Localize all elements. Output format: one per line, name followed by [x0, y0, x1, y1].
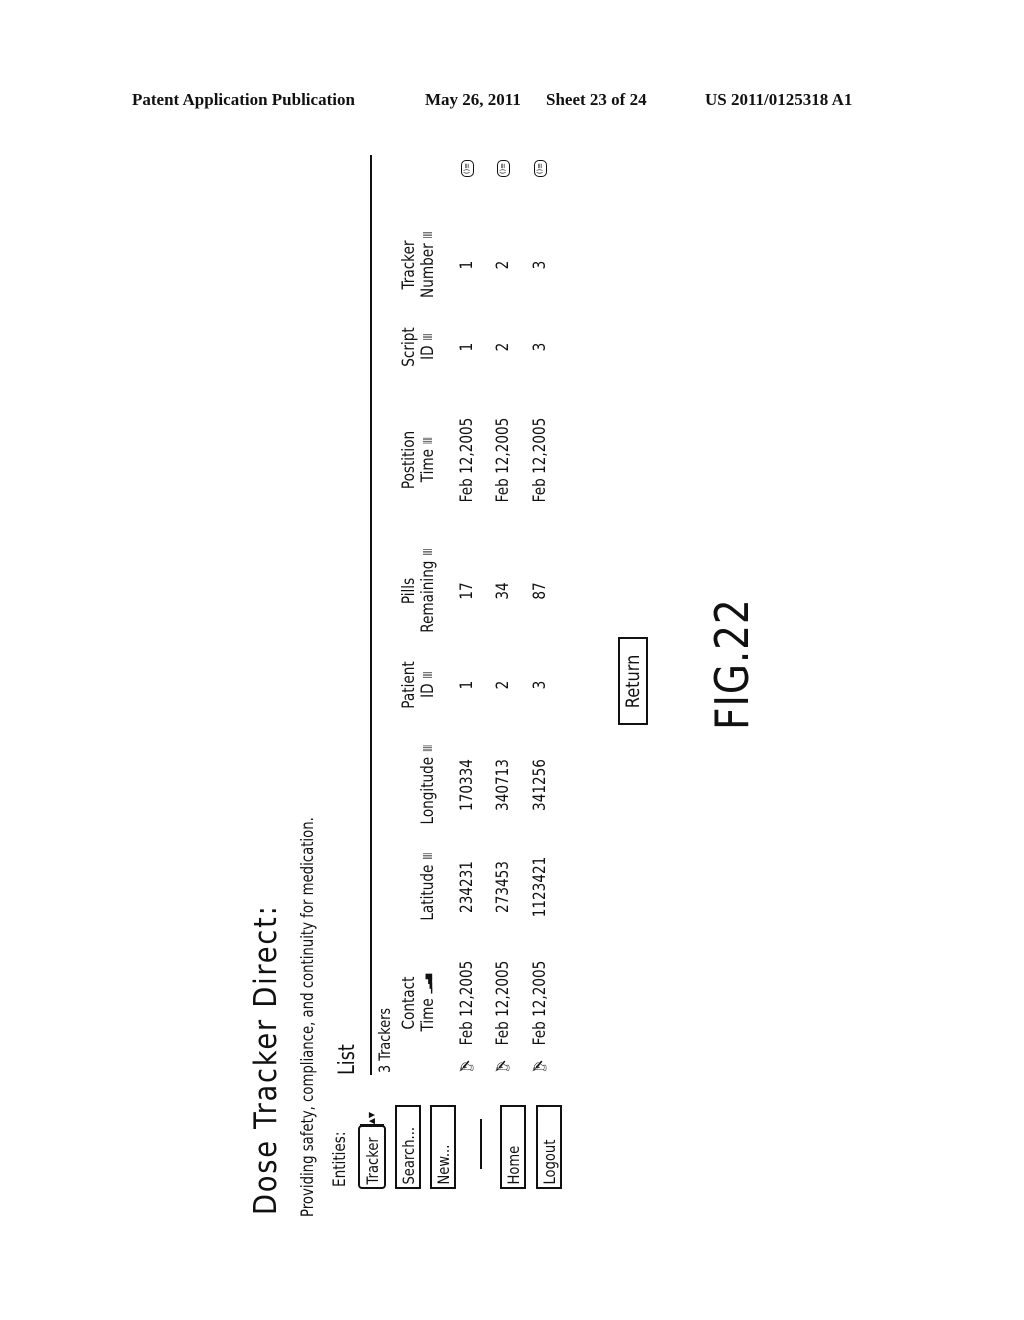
column-header-line2: Time ▁▂▃▅	[418, 955, 438, 1051]
column-header[interactable]: Script ID ||||	[399, 299, 438, 395]
home-button[interactable]: Home	[500, 1105, 526, 1189]
column-header-label: ID	[418, 683, 438, 698]
sort-bars-icon[interactable]: ▁▂▃▅	[423, 974, 433, 993]
return-button-label: Return	[622, 654, 644, 708]
list-title: List	[335, 1044, 360, 1075]
column-header-line2: ID ||||	[418, 637, 438, 733]
column-header-label: Latitude	[418, 864, 438, 921]
sidebar-divider	[480, 1119, 482, 1169]
entity-select-value: Tracker	[362, 1137, 382, 1185]
column-header[interactable]: Patient ID ||||	[399, 637, 438, 733]
sort-bars-icon[interactable]: ||||	[423, 549, 433, 556]
table-cell: 1	[457, 680, 477, 690]
table-cell: 234231	[457, 861, 477, 913]
sort-bars-icon[interactable]: ||||	[423, 334, 433, 341]
column-header[interactable]: Pills Remaining ||||	[399, 543, 438, 639]
return-button[interactable]: Return	[618, 637, 648, 725]
table-cell: 3	[530, 342, 550, 352]
column-header-label: Longitude	[418, 756, 438, 825]
logout-button[interactable]: Logout	[536, 1105, 562, 1189]
table-cell: Feb 12,2005	[457, 417, 477, 503]
table-cell: 87	[530, 582, 550, 600]
table-cell: 34	[493, 582, 513, 600]
table-cell: 1	[457, 342, 477, 352]
home-button-label: Home	[503, 1145, 523, 1185]
sort-bars-icon[interactable]: ||||	[423, 232, 433, 239]
record-details-icon[interactable]: ()≡	[497, 160, 510, 177]
column-header-label: Number	[418, 243, 438, 298]
column-header-line1: Patient	[399, 661, 419, 709]
patent-number: US 2011/0125318 A1	[705, 90, 853, 109]
column-header-line2: Longitude ||||	[418, 737, 438, 833]
column-header-line1: Postition	[399, 430, 419, 490]
edit-pointer-icon[interactable]: ✍	[459, 1057, 474, 1078]
up-down-arrows-icon[interactable]: ▲▼	[360, 1111, 384, 1127]
column-header-label: ID	[418, 345, 438, 360]
column-header-line1: Pills	[399, 577, 419, 605]
column-header-line1: Tracker	[399, 240, 419, 290]
column-header-line1	[400, 839, 419, 935]
column-header-line2: Remaining ||||	[418, 543, 438, 639]
publication-label: Patent Application Publication	[132, 90, 355, 109]
column-header[interactable]: Longitude ||||	[400, 737, 438, 833]
logout-button-label: Logout	[539, 1139, 559, 1185]
column-header-line2: Time ||||	[418, 412, 438, 508]
column-header-line1: Script	[399, 327, 419, 367]
table-cell: 273453	[493, 861, 513, 913]
column-header-line2: Number ||||	[418, 217, 438, 313]
table-cell: 17	[457, 582, 477, 600]
figure-label: FIG.22	[705, 598, 759, 730]
column-header-line2: ID ||||	[418, 299, 438, 395]
app-title: Dose Tracker Direct:	[248, 904, 284, 1215]
column-header-line1: Contact	[399, 976, 419, 1030]
table-cell: 170334	[457, 759, 477, 811]
search-button-label: Search...	[398, 1126, 418, 1185]
list-divider	[370, 155, 372, 1075]
column-header[interactable]: Latitude ||||	[400, 839, 438, 935]
sort-bars-icon[interactable]: ||||	[423, 672, 433, 679]
table-cell: 2	[493, 260, 513, 270]
search-button[interactable]: Search...	[395, 1105, 421, 1189]
table-cell: 3	[530, 260, 550, 270]
table-cell: 2	[493, 342, 513, 352]
table-cell: Feb 12,2005	[530, 960, 550, 1046]
sheet-number: Sheet 23 of 24	[546, 90, 647, 109]
app-tagline: Providing safety, compliance, and contin…	[298, 817, 318, 1217]
sort-bars-icon[interactable]: ||||	[423, 438, 433, 445]
table-cell: 2	[493, 680, 513, 690]
record-count: 3 Trackers	[375, 1007, 394, 1073]
record-details-icon[interactable]: ()≡	[534, 160, 547, 177]
column-header-line1	[400, 737, 419, 833]
entity-select[interactable]: Tracker ▲▼	[358, 1111, 386, 1189]
entities-label: Entities:	[330, 1131, 350, 1187]
sort-bars-icon[interactable]: ||||	[423, 853, 433, 860]
table-cell: Feb 12,2005	[530, 417, 550, 503]
edit-pointer-icon[interactable]: ✍	[495, 1057, 510, 1078]
table-cell: 340713	[493, 759, 513, 811]
edit-pointer-icon[interactable]: ✍	[532, 1057, 547, 1078]
table-cell: Feb 12,2005	[493, 417, 513, 503]
column-header[interactable]: Tracker Number ||||	[399, 217, 438, 313]
table-cell: 1	[457, 260, 477, 270]
record-details-icon[interactable]: ()≡	[461, 160, 474, 177]
patent-header: Patent Application Publication May 26, 2…	[0, 90, 1024, 114]
app-screen: Dose Tracker Direct: Providing safety, c…	[240, 145, 800, 1225]
column-header-label: Time	[418, 449, 438, 483]
table-cell: 1123421	[530, 856, 550, 918]
column-header-label: Remaining	[418, 560, 438, 633]
table-cell: 341256	[530, 759, 550, 811]
table-cell: Feb 12,2005	[457, 960, 477, 1046]
column-header-label: Time	[418, 998, 438, 1032]
column-header-line2: Latitude ||||	[418, 839, 438, 935]
publication-date: May 26, 2011	[425, 90, 521, 109]
column-header[interactable]: Postition Time ||||	[399, 412, 438, 508]
new-button-label: New...	[433, 1144, 453, 1185]
sort-bars-icon[interactable]: ||||	[423, 746, 433, 753]
table-cell: 3	[530, 680, 550, 690]
column-header[interactable]: Contact Time ▁▂▃▅	[399, 955, 438, 1051]
table-cell: Feb 12,2005	[493, 960, 513, 1046]
new-button[interactable]: New...	[430, 1105, 456, 1189]
